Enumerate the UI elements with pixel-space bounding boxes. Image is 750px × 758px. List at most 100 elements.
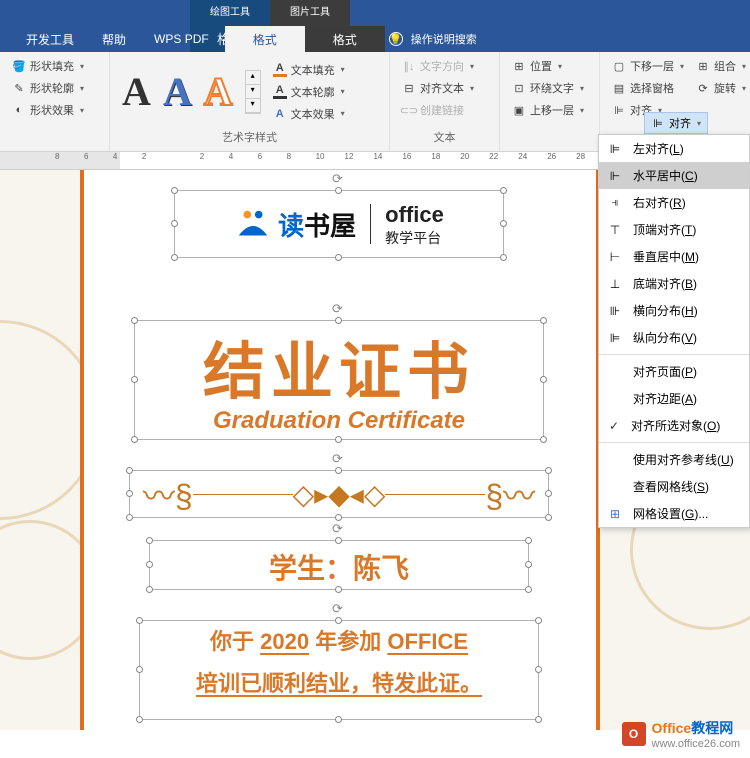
tell-me-search[interactable]: 💡 操作说明搜索	[389, 31, 477, 47]
align-dropdown-menu: ⊫左对齐(L) ⊩水平居中(C) ⫣右对齐(R) ⊤顶端对齐(T) ⊢垂直居中(…	[598, 134, 750, 528]
group-button[interactable]: ⊞组合▾	[692, 56, 750, 76]
tab-format-picture[interactable]: 格式	[305, 26, 385, 52]
align-bottom-icon: ⊥	[607, 277, 623, 291]
tell-me-label: 操作说明搜索	[411, 31, 477, 47]
logo-object[interactable]: 读书屋 office 教学平台 ⟳	[174, 190, 504, 258]
text-effects-button[interactable]: A文本效果▾	[269, 104, 349, 124]
menu-use-guides[interactable]: 使用对齐参考线(U)	[599, 446, 749, 473]
check-icon: ✓	[607, 419, 621, 433]
wordart-group-label: 艺术字样式	[118, 127, 381, 147]
align-dropdown-open[interactable]: ⊫ 对齐▾	[644, 112, 708, 134]
rotate-handle-icon[interactable]: ⟳	[332, 601, 346, 615]
backward-icon: ▢	[612, 59, 626, 73]
align-middle-v-icon: ⊢	[607, 250, 623, 264]
text-outline-icon: A	[273, 85, 287, 99]
gallery-down[interactable]: ▾	[246, 85, 260, 99]
office-logo-icon: O	[622, 722, 646, 746]
align-center-h-icon: ⊩	[607, 169, 623, 183]
menu-distribute-h[interactable]: ⊪横向分布(H)	[599, 297, 749, 324]
menu-align-right[interactable]: ⫣右对齐(R)	[599, 189, 749, 216]
pencil-icon: ✎	[12, 81, 26, 95]
wrap-text-button[interactable]: ⊡环绕文字▾	[508, 78, 588, 98]
menu-align-to-margin[interactable]: 对齐边距(A)	[599, 385, 749, 412]
text-outline-button[interactable]: A文本轮廓▾	[269, 82, 349, 102]
menu-view-grid[interactable]: 查看网格线(S)	[599, 473, 749, 500]
rotate-handle-icon[interactable]: ⟳	[332, 521, 346, 535]
create-link-button: ⊂⊃创建链接	[398, 100, 478, 120]
wordart-style-1[interactable]: A	[122, 68, 151, 115]
content-text: 你于 2020 年参加 OFFICE 培训已顺利结业，特发此证。	[140, 621, 538, 705]
group-icon: ⊞	[696, 59, 710, 73]
grid-icon: ⊞	[607, 507, 623, 521]
title-en: Graduation Certificate	[135, 407, 543, 435]
distribute-h-icon: ⊪	[607, 304, 623, 318]
text-group-label: 文本	[398, 127, 491, 147]
shape-effects-button[interactable]: ◐形状效果▾	[8, 100, 88, 120]
position-icon: ⊞	[512, 59, 526, 73]
selection-pane-button[interactable]: ▤选择窗格	[608, 78, 688, 98]
content-object[interactable]: 你于 2020 年参加 OFFICE 培训已顺利结业，特发此证。 ⟳	[139, 620, 539, 720]
align-top-icon: ⊤	[607, 223, 623, 237]
text-direction-button: ∥↓文字方向▾	[398, 56, 478, 76]
tab-dev-tools[interactable]: 开发工具	[12, 26, 88, 52]
align-right-icon: ⫣	[607, 196, 623, 210]
gallery-nav: ▴ ▾ ▾	[245, 70, 261, 114]
text-direction-icon: ∥↓	[402, 59, 416, 73]
menu-align-left[interactable]: ⊫左对齐(L)	[599, 135, 749, 162]
drawing-tools-label: 绘图工具	[190, 0, 270, 21]
tab-help[interactable]: 帮助	[88, 26, 140, 52]
watermark: O Office教程网 www.office26.com	[622, 718, 740, 750]
send-backward-button[interactable]: ▢下移一层▾	[608, 56, 688, 76]
menu-align-middle-v[interactable]: ⊢垂直居中(M)	[599, 243, 749, 270]
menu-align-bottom[interactable]: ⊥底端对齐(B)	[599, 270, 749, 297]
align-icon: ⊫	[651, 116, 665, 130]
wordart-style-3[interactable]: A	[204, 68, 233, 115]
align-left-icon: ⊫	[607, 142, 623, 156]
tab-wps-pdf[interactable]: WPS PDF	[140, 26, 223, 52]
forward-icon: ▣	[512, 103, 526, 117]
menu-align-top[interactable]: ⊤顶端对齐(T)	[599, 216, 749, 243]
rotate-handle-icon[interactable]: ⟳	[332, 171, 346, 185]
picture-tools-label: 图片工具	[270, 0, 350, 21]
menu-align-to-page[interactable]: 对齐页面(P)	[599, 358, 749, 385]
effects-icon: ◐	[12, 103, 26, 117]
wordart-style-2[interactable]: A	[163, 68, 192, 115]
text-fill-icon: A	[273, 63, 287, 77]
logo-icon	[234, 207, 272, 241]
flourish-ornament: 〰§◇▸◆◂◇§〰	[130, 471, 548, 517]
shape-outline-button[interactable]: ✎形状轮廓▾	[8, 78, 88, 98]
bring-forward-button[interactable]: ▣上移一层▾	[508, 100, 588, 120]
text-fill-button[interactable]: A文本填充▾	[269, 60, 349, 80]
align-icon: ⊫	[612, 103, 626, 117]
page: 读书屋 office 教学平台 ⟳ 结业证书 Graduation Certif…	[80, 170, 600, 730]
logo-divider	[370, 204, 371, 244]
rotate-button[interactable]: ⟳旋转▾	[692, 78, 750, 98]
rotate-handle-icon[interactable]: ⟳	[332, 301, 346, 315]
student-text: 学生：陈飞	[150, 541, 528, 587]
position-button[interactable]: ⊞位置▾	[508, 56, 588, 76]
rotate-handle-icon[interactable]: ⟳	[332, 451, 346, 465]
wordart-gallery[interactable]: A A A ▴ ▾ ▾	[118, 60, 265, 123]
wrap-icon: ⊡	[512, 81, 526, 95]
distribute-v-icon: ⊫	[607, 331, 623, 345]
gallery-up[interactable]: ▴	[246, 71, 260, 85]
rotate-icon: ⟳	[696, 81, 710, 95]
menu-align-to-selected[interactable]: ✓对齐所选对象(O)	[599, 412, 749, 439]
gallery-more[interactable]: ▾	[246, 99, 260, 113]
student-object[interactable]: 学生：陈飞 ⟳	[149, 540, 529, 590]
align-text-button[interactable]: ⊟对齐文本▾	[398, 78, 478, 98]
flourish-object[interactable]: 〰§◇▸◆◂◇§〰 ⟳	[129, 470, 549, 518]
logo-subtitle: office 教学平台	[385, 201, 444, 248]
menu-distribute-v[interactable]: ⊫纵向分布(V)	[599, 324, 749, 351]
text-effects-icon: A	[273, 107, 287, 121]
paint-bucket-icon: 🪣	[12, 59, 26, 73]
bulb-icon: 💡	[389, 32, 403, 46]
title-object[interactable]: 结业证书 Graduation Certificate ⟳	[134, 320, 544, 440]
menu-align-center-h[interactable]: ⊩水平居中(C)	[599, 162, 749, 189]
menu-grid-settings[interactable]: ⊞网格设置(G)...	[599, 500, 749, 527]
tab-format-drawing[interactable]: 格式	[225, 26, 305, 52]
title-cn: 结业证书	[135, 321, 543, 411]
logo-brand: 读书屋	[278, 206, 356, 243]
align-text-icon: ⊟	[402, 81, 416, 95]
shape-fill-button[interactable]: 🪣形状填充▾	[8, 56, 88, 76]
